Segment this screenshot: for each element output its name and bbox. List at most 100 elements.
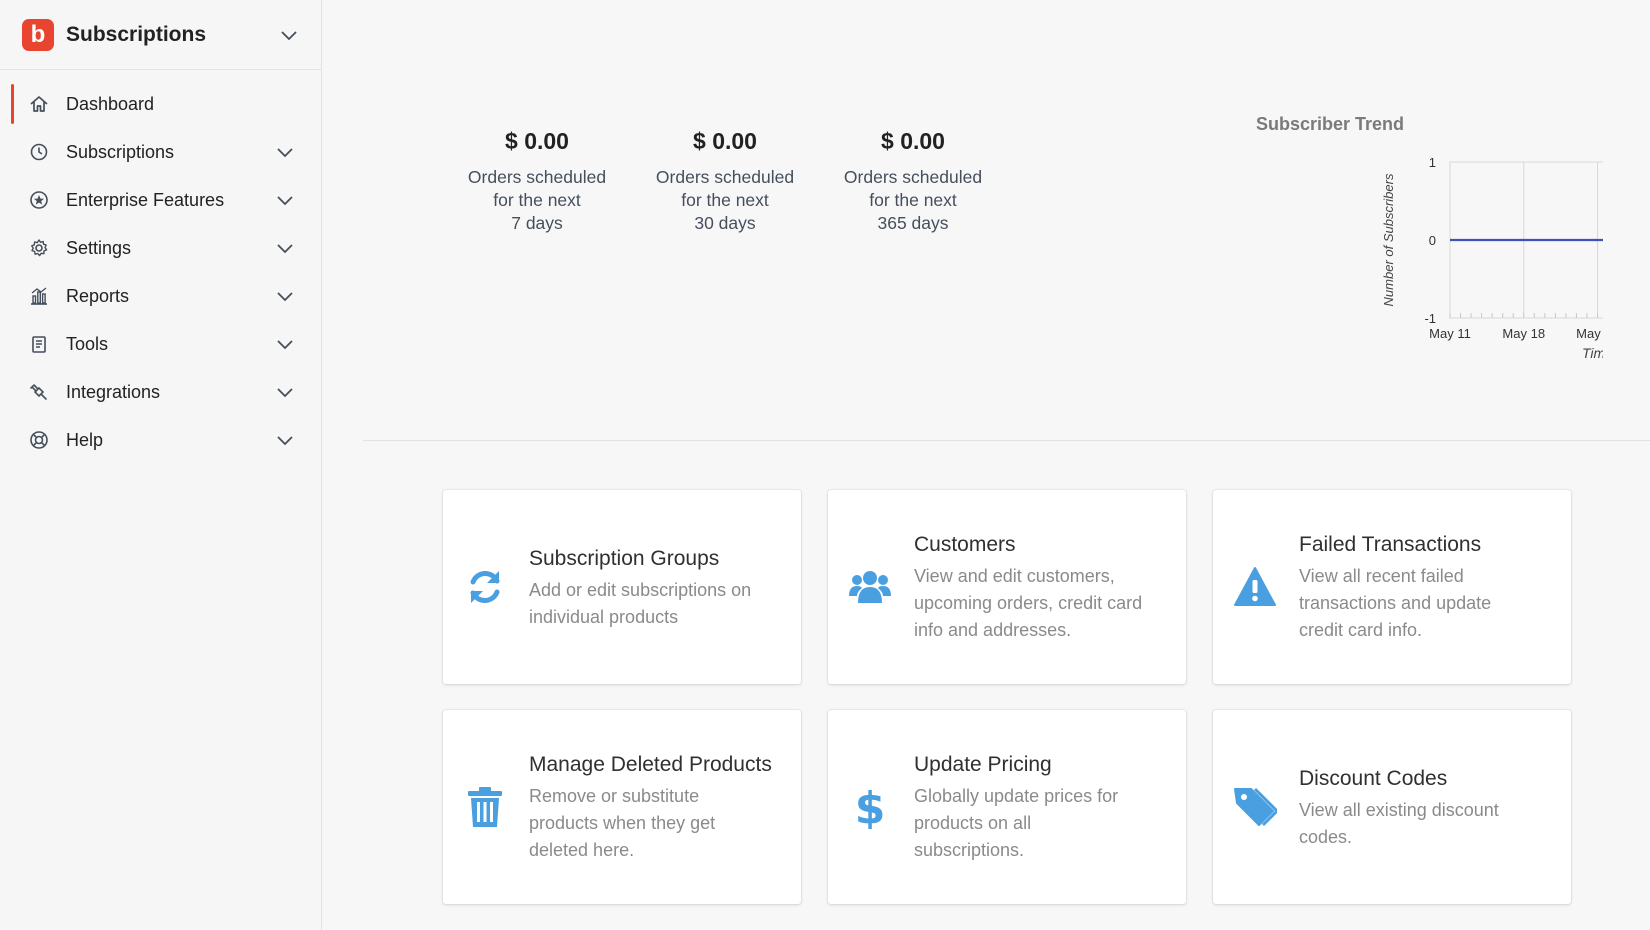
card-desc-line: info and addresses.	[914, 620, 1072, 640]
card-body: Discount Codes View all existing discoun…	[1299, 764, 1499, 851]
chevron-down-icon	[279, 25, 299, 45]
stat-desc-line: for the next	[681, 190, 769, 210]
stat-description: Orders scheduled for the next 365 days	[823, 166, 1003, 235]
clipboard-icon	[28, 333, 50, 355]
card-desc-line: Globally update prices for	[914, 786, 1119, 806]
sidebar-item-reports[interactable]: Reports	[0, 272, 321, 320]
card-body: Customers View and edit customers, upcom…	[914, 530, 1142, 644]
trash-icon	[461, 777, 509, 837]
gear-icon	[28, 237, 50, 259]
card-desc-line: View all existing discount	[1299, 799, 1499, 820]
section-divider	[363, 440, 1650, 441]
card-desc-line: View and edit customers,	[914, 566, 1115, 586]
stat-amount: $ 0.00	[693, 128, 757, 154]
chart-title: Subscriber Trend	[1256, 114, 1404, 134]
chart-x-tick-label: May 11	[1429, 326, 1471, 341]
clock-icon	[28, 141, 50, 163]
card-manage-deleted-products[interactable]: Manage Deleted Products Remove or substi…	[443, 710, 801, 904]
sidebar-item-label: Tools	[66, 333, 109, 354]
sidebar-item-enterprise-features[interactable]: Enterprise Features	[0, 176, 321, 224]
svg-text:$: $	[855, 785, 886, 829]
app-root: b Subscriptions Dashboard Subscriptions	[0, 0, 1650, 930]
main-content: $ 0.00 Orders scheduled for the next 7 d…	[323, 0, 1650, 930]
card-discount-codes[interactable]: Discount Codes View all existing discoun…	[1213, 710, 1571, 904]
card-desc-line: subscriptions.	[914, 840, 1025, 860]
card-customers[interactable]: Customers View and edit customers, upcom…	[828, 490, 1186, 684]
stat-description: Orders scheduled for the next 7 days	[447, 166, 627, 235]
sidebar-item-tools[interactable]: Tools	[0, 320, 321, 368]
card-desc-line: Remove or substitute	[529, 786, 700, 806]
warning-icon	[1231, 557, 1279, 617]
stat-desc-line: for the next	[493, 190, 581, 210]
refresh-icon	[461, 557, 509, 617]
lifebuoy-icon	[28, 429, 50, 451]
star-circle-icon	[28, 189, 50, 211]
stat-description: Orders scheduled for the next 30 days	[635, 166, 815, 235]
chevron-down-icon	[275, 142, 295, 162]
app-logo: b	[22, 18, 54, 51]
stat-desc-line: Orders scheduled	[843, 167, 983, 187]
chart-x-axis-label: Time	[1582, 345, 1603, 361]
card-body: Failed Transactions View all recent fail…	[1299, 530, 1491, 644]
chevron-down-icon	[275, 238, 295, 258]
card-description: Remove or substitute products when they …	[529, 783, 772, 864]
chevron-down-icon	[275, 382, 295, 402]
app-switcher[interactable]: b Subscriptions	[0, 0, 321, 70]
card-title: Customers	[914, 533, 1016, 556]
sidebar-item-label: Help	[66, 429, 104, 450]
card-title: Failed Transactions	[1299, 533, 1482, 556]
stat-desc-line: Orders scheduled	[467, 167, 607, 187]
card-desc-line: products when they get	[529, 813, 716, 833]
card-subscription-groups[interactable]: Subscription Groups Add or edit subscrip…	[443, 490, 801, 684]
card-desc-line: transactions and update	[1299, 593, 1492, 613]
dollar-icon: $	[846, 777, 894, 837]
bar-chart-icon	[28, 285, 50, 307]
card-title: Manage Deleted Products	[529, 753, 772, 776]
stat-desc-line: 30 days	[694, 213, 756, 233]
card-desc-line: upcoming orders, credit card	[914, 593, 1143, 613]
card-desc-line: View all recent failed	[1299, 566, 1464, 586]
stat-365-days: $ 0.00 Orders scheduled for the next 365…	[823, 124, 1003, 235]
chart-y-tick-label: 0	[1429, 233, 1436, 248]
tag-icon	[1231, 777, 1279, 837]
chart-svg: Subscriber Trend Number of Subscribers T…	[1256, 114, 1650, 361]
sidebar-item-label: Reports	[66, 285, 130, 306]
subscriber-trend-chart: Subscriber Trend Number of Subscribers T…	[1043, 110, 1650, 390]
sidebar: b Subscriptions Dashboard Subscriptions	[0, 0, 322, 930]
sidebar-item-settings[interactable]: Settings	[0, 224, 321, 272]
card-desc-line: individual products	[529, 606, 679, 627]
sidebar-item-label: Enterprise Features	[66, 189, 225, 210]
home-icon	[28, 93, 50, 115]
chevron-down-icon	[275, 286, 295, 306]
sidebar-item-label: Settings	[66, 237, 132, 258]
card-title: Discount Codes	[1299, 766, 1448, 790]
sidebar-item-label: Subscriptions	[66, 141, 175, 162]
chevron-down-icon	[275, 334, 295, 354]
card-description: View all existing discount codes.	[1299, 797, 1499, 851]
stat-7-days: $ 0.00 Orders scheduled for the next 7 d…	[447, 124, 627, 235]
sidebar-nav: Dashboard Subscriptions Enterprise Featu…	[0, 70, 321, 464]
card-desc-line: deleted here.	[529, 840, 635, 860]
card-desc-line: codes.	[1299, 826, 1353, 847]
card-title: Subscription Groups	[529, 546, 720, 570]
sidebar-item-dashboard[interactable]: Dashboard	[0, 80, 321, 128]
sidebar-item-help[interactable]: Help	[0, 416, 321, 464]
stat-amount: $ 0.00	[505, 128, 569, 154]
card-update-pricing[interactable]: $ Update Pricing Globally update prices …	[828, 710, 1186, 904]
chevron-down-icon	[275, 430, 295, 450]
chevron-down-icon	[275, 190, 295, 210]
users-icon	[846, 557, 894, 617]
chart-y-axis-label: Number of Subscribers	[1381, 173, 1396, 306]
card-desc-line: products on all	[914, 813, 1032, 833]
sidebar-item-subscriptions[interactable]: Subscriptions	[0, 128, 321, 176]
stat-30-days: $ 0.00 Orders scheduled for the next 30 …	[635, 124, 815, 235]
card-title: Update Pricing	[914, 753, 1052, 776]
app-title: Subscriptions	[66, 22, 207, 46]
sidebar-item-integrations[interactable]: Integrations	[0, 368, 321, 416]
stat-amount: $ 0.00	[881, 128, 945, 154]
card-failed-transactions[interactable]: Failed Transactions View all recent fail…	[1213, 490, 1571, 684]
card-description: View and edit customers, upcoming orders…	[914, 563, 1142, 644]
sidebar-item-label: Dashboard	[66, 93, 155, 114]
card-description: Add or edit subscriptions on individual …	[529, 577, 751, 631]
stat-desc-line: for the next	[869, 190, 957, 210]
